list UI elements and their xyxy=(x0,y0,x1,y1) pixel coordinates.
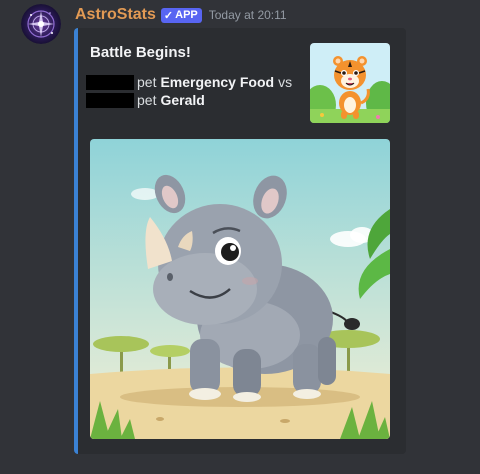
battle-embed: Battle Begins! pet Emergency Food vs pet… xyxy=(74,28,406,454)
author-name[interactable]: AstroStats xyxy=(75,6,156,24)
app-badge-label: APP xyxy=(175,9,198,21)
app-badge: ✓ APP xyxy=(160,7,202,23)
embed-image[interactable] xyxy=(90,139,390,439)
embed-description: pet Emergency Food vs pet Gerald xyxy=(86,73,292,109)
embed-accent-bar xyxy=(74,28,78,454)
embed-thumbnail[interactable] xyxy=(310,43,390,123)
redacted-username xyxy=(86,92,134,108)
pet-name: Gerald xyxy=(160,92,205,108)
rhino-cartoon-icon xyxy=(90,139,390,439)
astro-avatar-icon xyxy=(21,4,61,44)
tiger-cartoon-icon xyxy=(310,43,390,123)
message-header: AstroStats ✓ APP Today at 20:11 xyxy=(75,5,287,25)
battle-line-2: pet Gerald xyxy=(86,91,292,109)
embed-title: Battle Begins! xyxy=(90,44,191,61)
redacted-username xyxy=(86,74,134,90)
pet-name: Emergency Food xyxy=(160,74,275,90)
bot-avatar[interactable] xyxy=(21,4,61,44)
chat-message: AstroStats ✓ APP Today at 20:11 Battle B… xyxy=(0,0,480,474)
message-timestamp[interactable]: Today at 20:11 xyxy=(209,8,287,22)
line-prefix: pet xyxy=(137,74,157,90)
verified-check-icon: ✓ xyxy=(163,9,174,22)
line-prefix: pet xyxy=(137,92,157,108)
line-suffix: vs xyxy=(278,74,293,90)
battle-line-1: pet Emergency Food vs xyxy=(86,73,292,91)
